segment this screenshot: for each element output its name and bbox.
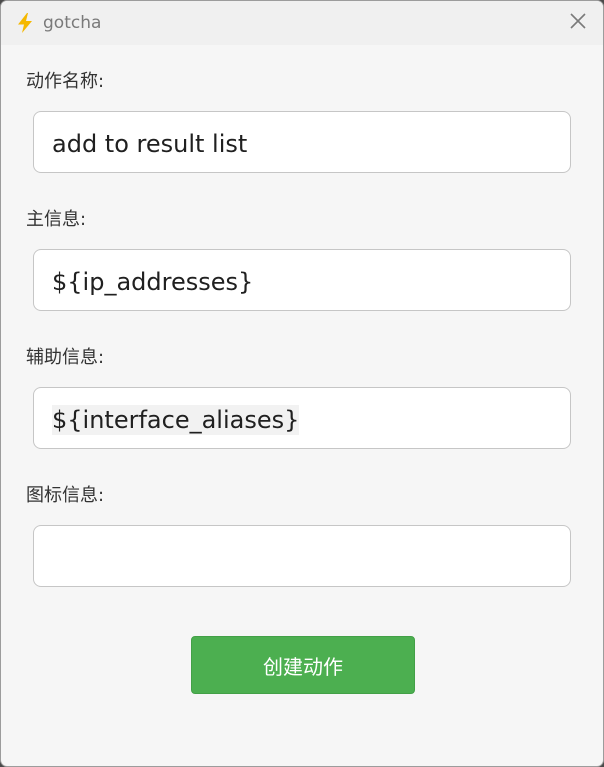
window-title: gotcha bbox=[43, 13, 102, 33]
icon-info-input[interactable] bbox=[33, 525, 571, 587]
icon-info-label: 图标信息: bbox=[26, 485, 105, 506]
title-bar: gotcha bbox=[1, 1, 603, 45]
close-button[interactable] bbox=[563, 9, 593, 37]
create-action-button[interactable]: 创建动作 bbox=[191, 636, 415, 694]
aux-info-value: ${interface_aliases} bbox=[52, 405, 300, 435]
main-info-input[interactable]: ${ip_addresses} bbox=[33, 249, 571, 311]
close-icon bbox=[569, 12, 587, 34]
aux-info-input[interactable]: ${interface_aliases} bbox=[33, 387, 571, 449]
action-name-label: 动作名称: bbox=[26, 71, 105, 92]
dialog-window: gotcha 动作名称: add to result list 主信息: ${i… bbox=[0, 0, 604, 767]
action-name-input[interactable]: add to result list bbox=[33, 111, 571, 173]
action-name-value: add to result list bbox=[52, 130, 248, 158]
main-info-value: ${ip_addresses} bbox=[52, 268, 254, 296]
lightning-icon bbox=[17, 13, 33, 33]
main-info-label: 主信息: bbox=[26, 209, 87, 230]
aux-info-label: 辅助信息: bbox=[26, 347, 105, 368]
